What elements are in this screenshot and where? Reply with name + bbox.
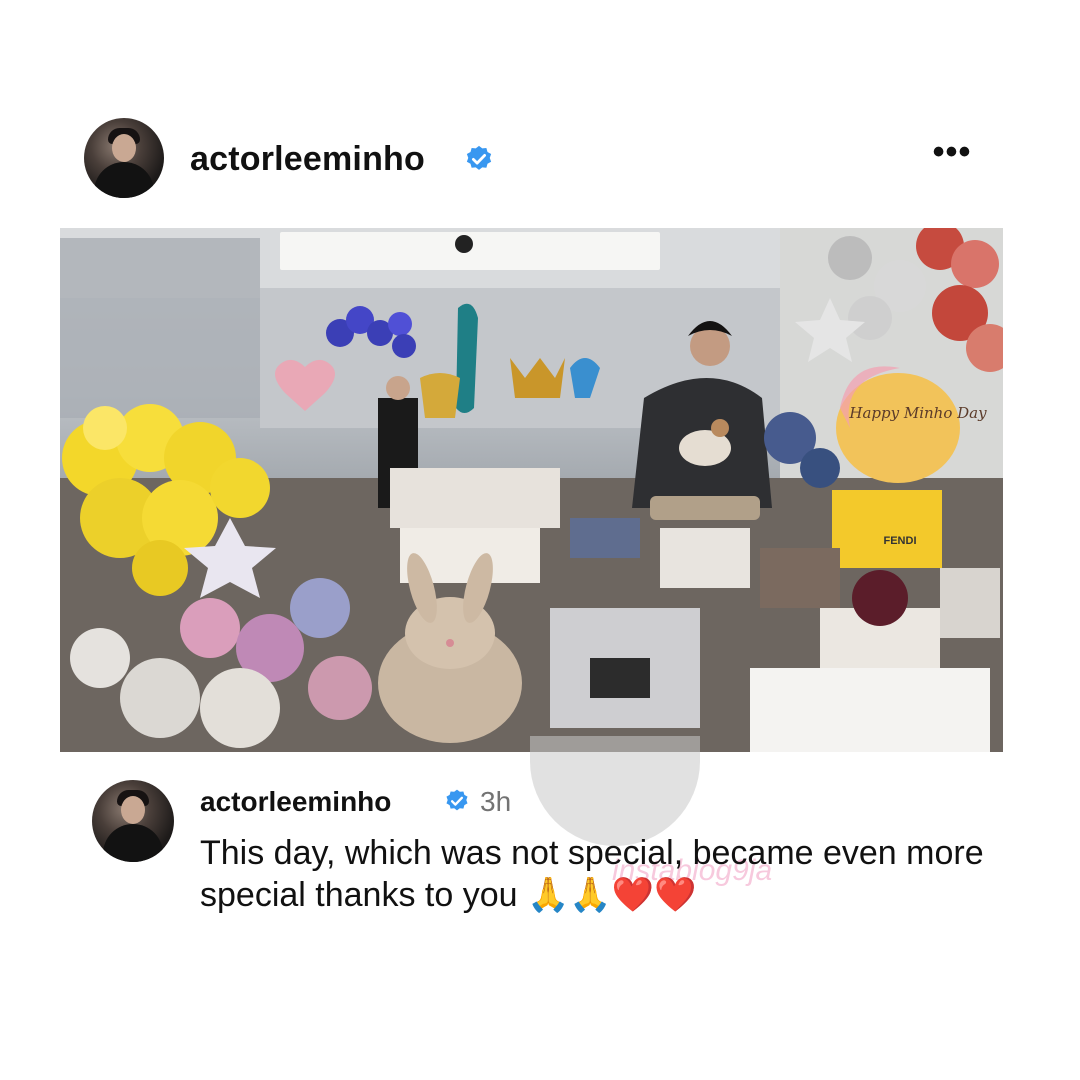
post-header: actorleeminho ••• <box>84 118 984 200</box>
verified-badge-icon <box>446 789 468 811</box>
balloon-text: Happy Minho Day <box>848 404 987 422</box>
avatar-face <box>121 796 145 824</box>
more-options-icon[interactable]: ••• <box>930 135 974 172</box>
post-caption: actorleeminho 3h This day, which was not… <box>92 780 992 940</box>
instagram-post: actorleeminho ••• Happy Minho Day FENDI … <box>0 0 1080 1080</box>
avatar-body <box>103 824 163 862</box>
fendi-bag: FENDI <box>832 490 942 568</box>
verified-badge-icon <box>466 145 492 170</box>
post-username[interactable]: actorleeminho <box>190 140 425 179</box>
caption-emojis: 🙏🙏❤️❤️ <box>526 875 697 915</box>
post-photo[interactable]: Happy Minho Day FENDI <box>60 228 1003 752</box>
caption-text: This day, which was not special, became … <box>200 832 1000 916</box>
profile-avatar[interactable] <box>84 118 164 198</box>
photo-scene: Happy Minho Day FENDI <box>60 228 1003 752</box>
bag-text: FENDI <box>884 535 917 547</box>
avatar-body <box>94 162 154 198</box>
caption-username[interactable]: actorleeminho <box>200 786 391 818</box>
avatar-face <box>112 134 136 162</box>
caption-avatar[interactable] <box>92 780 174 862</box>
post-timestamp: 3h <box>480 786 512 817</box>
